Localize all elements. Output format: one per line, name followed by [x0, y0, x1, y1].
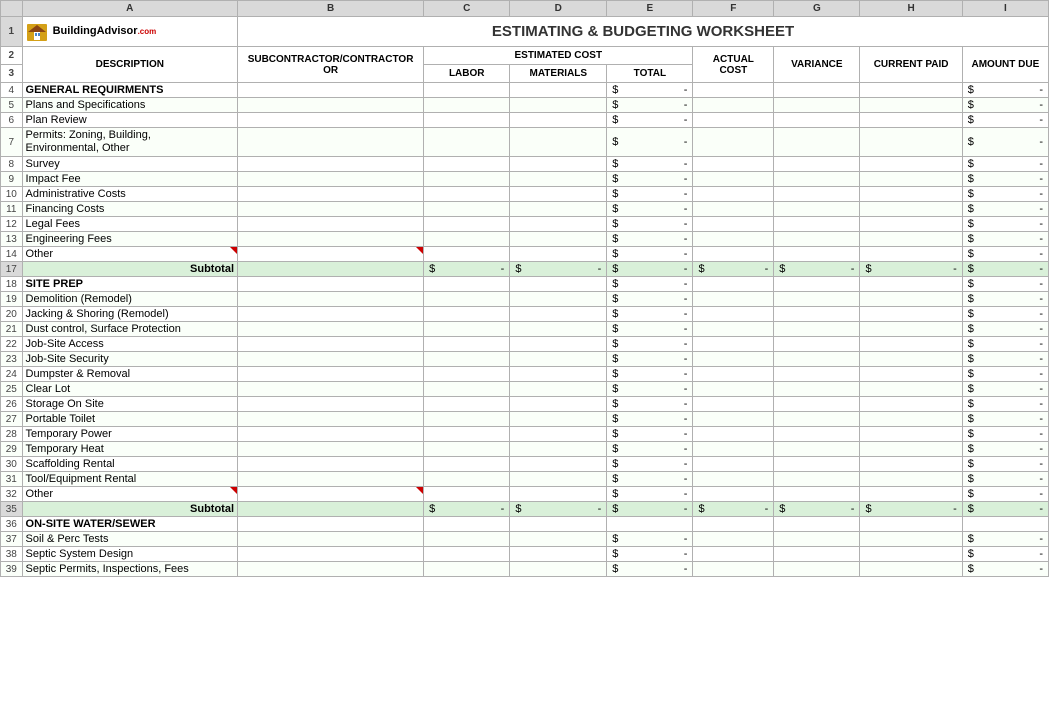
- table-row: 10 Administrative Costs $- $-: [1, 187, 1049, 202]
- header-amount-due: AMOUNT DUE: [962, 47, 1048, 83]
- table-row: 19 Demolition (Remodel) $- $-: [1, 292, 1049, 307]
- row-num-2: 2: [1, 47, 23, 65]
- red-corner-marker-32b: [416, 487, 423, 494]
- col-letter-a: A: [22, 1, 237, 17]
- header-actual-cost: ACTUALCOST: [693, 47, 774, 83]
- subtotal-label-1: Subtotal: [22, 262, 237, 277]
- table-row: 39 Septic Permits, Inspections, Fees $- …: [1, 562, 1049, 577]
- table-row: 30 Scaffolding Rental $- $-: [1, 457, 1049, 472]
- row-num-4: 4: [1, 83, 23, 98]
- col-letter-b: B: [238, 1, 424, 17]
- section-water-sewer: ON-SITE WATER/SEWER: [22, 517, 237, 532]
- logo-suffix: .com: [138, 27, 157, 36]
- logo: BuildingAdvisor.com: [26, 25, 157, 37]
- header-current-paid: CURRENT PAID: [860, 47, 962, 83]
- table-row: 31 Tool/Equipment Rental $- $-: [1, 472, 1049, 487]
- table-row: 22 Job-Site Access $- $-: [1, 337, 1049, 352]
- table-row: 36 ON-SITE WATER/SEWER: [1, 517, 1049, 532]
- col-letter-d: D: [510, 1, 607, 17]
- table-row: 4 GENERAL REQUIRMENTS $- $-: [1, 83, 1049, 98]
- subtotal-row-general: 17 Subtotal $- $- $- $- $- $- $-: [1, 262, 1049, 277]
- row-num-1: 1: [1, 17, 23, 47]
- logo-text: BuildingAdvisor: [53, 25, 138, 37]
- logo-icon: [26, 23, 48, 41]
- logo-cell: BuildingAdvisor.com: [22, 17, 237, 47]
- table-row: 26 Storage On Site $- $-: [1, 397, 1049, 412]
- header-labor: LABOR: [424, 65, 510, 83]
- col-letter-h: H: [860, 1, 962, 17]
- table-row: 37 Soil & Perc Tests $- $-: [1, 532, 1049, 547]
- col-letter-c: C: [424, 1, 510, 17]
- section-site-prep: SITE PREP: [22, 277, 237, 292]
- table-row: 21 Dust control, Surface Protection $- $…: [1, 322, 1049, 337]
- col-letter-f: F: [693, 1, 774, 17]
- header-estimated-cost: ESTIMATED COST: [424, 47, 693, 65]
- table-row: 27 Portable Toilet $- $-: [1, 412, 1049, 427]
- table-row: 25 Clear Lot $- $-: [1, 382, 1049, 397]
- table-row: 24 Dumpster & Removal $- $-: [1, 367, 1049, 382]
- table-row: 28 Temporary Power $- $-: [1, 427, 1049, 442]
- table-row: 32 Other $- $-: [1, 487, 1049, 502]
- table-row: 6 Plan Review $- $-: [1, 113, 1049, 128]
- header-total: TOTAL: [607, 65, 693, 83]
- table-row: 11 Financing Costs $- $-: [1, 202, 1049, 217]
- table-row: 7 Permits: Zoning, Building,Environmenta…: [1, 128, 1049, 157]
- header-subcontractor: SUBCONTRACTOR/CONTRACTOR OR: [238, 47, 424, 83]
- row-num-3: 3: [1, 65, 23, 83]
- red-corner-marker-32: [230, 487, 237, 494]
- table-row: 23 Job-Site Security $- $-: [1, 352, 1049, 367]
- table-row: 13 Engineering Fees $- $-: [1, 232, 1049, 247]
- table-row: 38 Septic System Design $- $-: [1, 547, 1049, 562]
- subtotal-row-site-prep: 35 Subtotal $- $- $- $- $- $- $-: [1, 502, 1049, 517]
- table-row: 8 Survey $- $-: [1, 157, 1049, 172]
- table-row: 12 Legal Fees $- $-: [1, 217, 1049, 232]
- red-corner-marker: [230, 247, 237, 254]
- section-general-requirements: GENERAL REQUIRMENTS: [22, 83, 237, 98]
- table-row: 29 Temporary Heat $- $-: [1, 442, 1049, 457]
- subtotal-label-2: Subtotal: [22, 502, 237, 517]
- table-row: 14 Other $- $-: [1, 247, 1049, 262]
- worksheet-title: ESTIMATING & BUDGETING WORKSHEET: [238, 17, 1049, 47]
- header-materials: MATERIALS: [510, 65, 607, 83]
- red-corner-marker-b: [416, 247, 423, 254]
- col-letter-g: G: [774, 1, 860, 17]
- corner-cell: [1, 1, 23, 17]
- table-row: 5 Plans and Specifications $- $-: [1, 98, 1049, 113]
- header-variance: VARIANCE: [774, 47, 860, 83]
- col-letter-e: E: [607, 1, 693, 17]
- col-letter-i: I: [962, 1, 1048, 17]
- table-row: 9 Impact Fee $- $-: [1, 172, 1049, 187]
- table-row: 20 Jacking & Shoring (Remodel) $- $-: [1, 307, 1049, 322]
- header-description: DESCRIPTION: [22, 47, 237, 83]
- table-row: 18 SITE PREP $- $-: [1, 277, 1049, 292]
